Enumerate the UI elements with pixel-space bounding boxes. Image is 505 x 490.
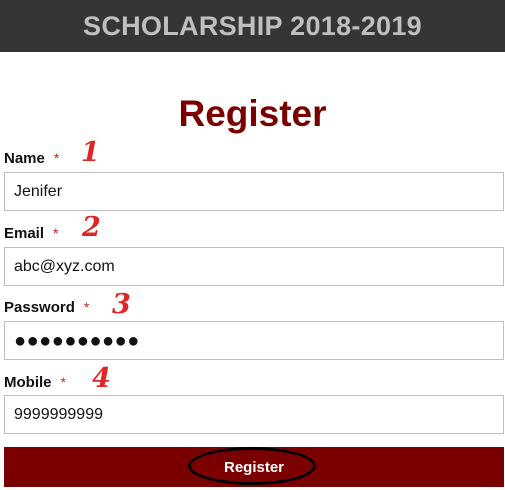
annotation-number-1: 1 xyxy=(81,137,100,168)
header-title: SCHOLARSHIP 2018-2019 xyxy=(83,10,422,41)
password-field[interactable]: ●●●●●●●●●● xyxy=(4,321,504,360)
required-marker: * xyxy=(53,225,59,241)
email-field[interactable]: abc@xyz.com xyxy=(4,247,504,286)
mobile-field-value: 9999999999 xyxy=(14,405,103,423)
mobile-label-text: Mobile xyxy=(4,374,52,391)
annotation-number-3: 3 xyxy=(112,289,131,320)
name-field-value: Jenifer xyxy=(14,182,63,200)
required-marker: * xyxy=(60,374,66,390)
mobile-label: Mobile * xyxy=(4,374,66,391)
register-button[interactable]: Register xyxy=(188,447,318,487)
annotation-number-2: 2 xyxy=(82,212,101,243)
email-label: Email * xyxy=(4,225,58,242)
mobile-field[interactable]: 9999999999 xyxy=(4,395,504,434)
required-marker: * xyxy=(83,299,90,315)
password-label: Password * xyxy=(4,299,89,316)
required-marker: * xyxy=(53,150,60,166)
annotation-number-4: 4 xyxy=(92,363,111,394)
email-label-text: Email xyxy=(4,225,45,242)
password-label-text: Password xyxy=(4,299,75,316)
email-field-value: abc@xyz.com xyxy=(14,257,115,275)
name-label-text: Name xyxy=(4,150,45,167)
submit-bar: Register xyxy=(4,447,504,487)
page-header: SCHOLARSHIP 2018-2019 xyxy=(0,0,505,52)
register-button-label: Register xyxy=(223,458,285,476)
name-field[interactable]: Jenifer xyxy=(4,172,504,211)
password-field-value: ●●●●●●●●●● xyxy=(14,329,140,352)
name-label: Name * xyxy=(4,150,59,167)
form-title: Register xyxy=(178,93,327,134)
